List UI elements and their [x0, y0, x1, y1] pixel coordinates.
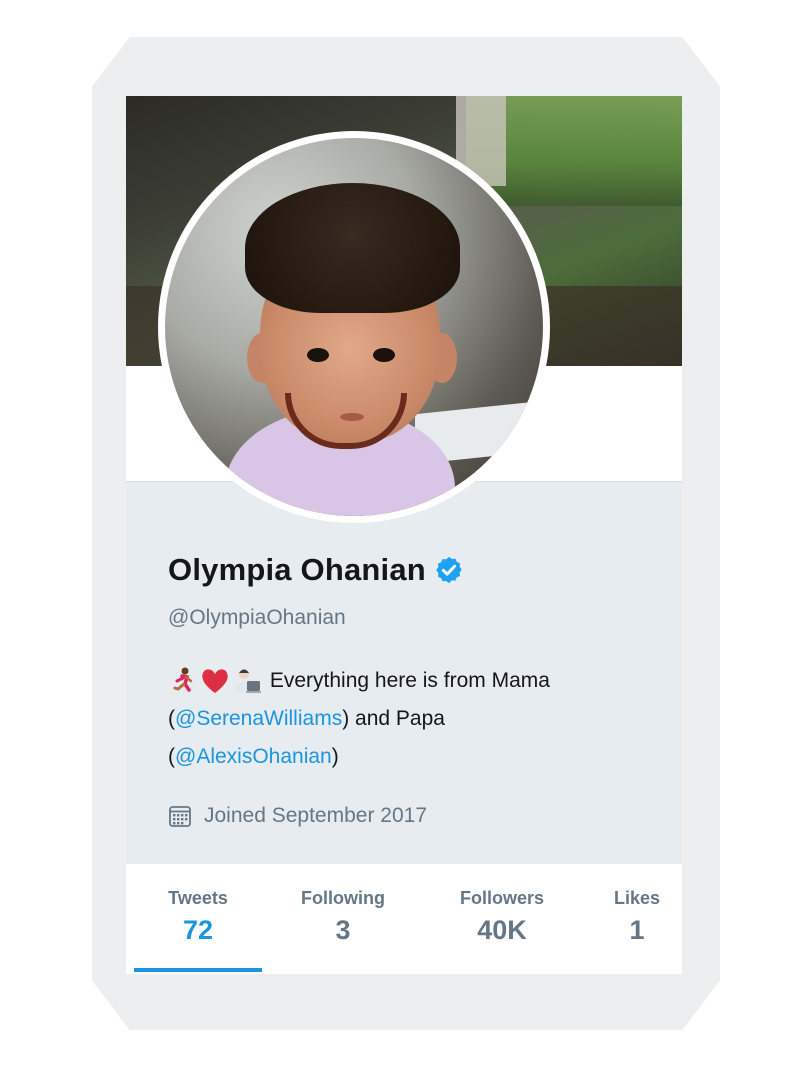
profile-bio: Everything here is from Mama (@SerenaWil…	[168, 662, 668, 776]
followers-label: Followers	[459, 888, 544, 908]
bio-paren-1: (	[168, 707, 175, 730]
bio-text-1: Everything here is from Mama	[269, 669, 550, 692]
likes-label: Likes	[613, 888, 661, 908]
tweets-label: Tweets	[168, 888, 228, 908]
tab-following[interactable]: Following 3	[284, 888, 402, 946]
heart-emoji-icon	[202, 669, 228, 694]
tab-tweets[interactable]: Tweets 72	[146, 888, 250, 946]
mention-alexis-link[interactable]: @AlexisOhanian	[175, 745, 332, 768]
joined-date: Joined September 2017	[204, 804, 427, 827]
verified-badge-icon	[436, 556, 462, 584]
profile-card: Olympia Ohanian @OlympiaOhanian Everythi…	[126, 96, 682, 974]
tab-followers[interactable]: Followers 40K	[444, 888, 560, 946]
bio-text-2: ) and Papa	[342, 707, 445, 730]
followers-count: 40K	[477, 915, 527, 945]
calendar-icon	[169, 806, 191, 827]
avatar-mouth	[340, 413, 364, 421]
profile-handle[interactable]: @OlympiaOhanian	[168, 606, 346, 630]
tab-likes[interactable]: Likes 1	[604, 888, 670, 946]
profile-name[interactable]: Olympia Ohanian	[168, 552, 426, 588]
avatar-eye-left	[307, 348, 329, 362]
avatar-hair	[245, 183, 460, 313]
stats-bar: Tweets 72 Following 3 Followers 40K Like…	[126, 864, 682, 974]
following-label: Following	[301, 888, 385, 908]
avatar-eye-right	[373, 348, 395, 362]
likes-count: 1	[629, 915, 645, 945]
name-row: Olympia Ohanian	[168, 552, 464, 588]
mention-serena-link[interactable]: @SerenaWilliams	[175, 707, 342, 730]
following-count: 3	[335, 915, 351, 945]
avatar-photo	[165, 138, 543, 516]
technologist-emoji-icon	[235, 669, 261, 694]
runner-emoji-icon	[173, 667, 193, 693]
active-tab-indicator	[134, 968, 262, 972]
joined-row: Joined September 2017	[168, 804, 427, 828]
bio-paren-3: )	[331, 745, 339, 768]
avatar[interactable]	[158, 131, 550, 523]
tweets-count: 72	[182, 915, 214, 945]
bio-paren-2: (	[168, 745, 175, 768]
